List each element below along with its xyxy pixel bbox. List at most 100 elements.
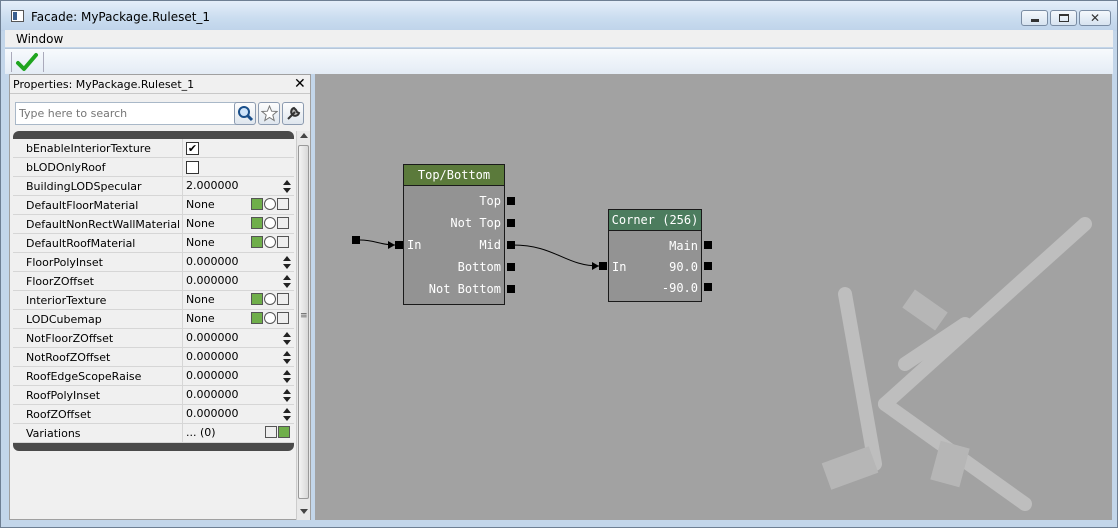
column-divider[interactable]: [182, 291, 183, 310]
property-row[interactable]: NotFloorZOffset 0.000000: [13, 329, 294, 348]
property-value[interactable]: None: [186, 293, 215, 306]
use-selected-icon[interactable]: [251, 198, 263, 210]
port-top-bottom-in[interactable]: [395, 241, 403, 249]
property-value[interactable]: ... (0): [186, 426, 216, 439]
property-row[interactable]: FloorZOffset 0.000000: [13, 272, 294, 291]
scroll-thumb[interactable]: [298, 145, 309, 499]
property-row[interactable]: bEnableInteriorTexture ✔: [13, 139, 294, 158]
property-value[interactable]: 0.000000: [186, 274, 239, 287]
property-value[interactable]: 0.000000: [186, 350, 239, 363]
property-row[interactable]: RoofEdgeScopeRaise 0.000000: [13, 367, 294, 386]
spinner-arrows-icon[interactable]: [283, 330, 292, 347]
column-divider[interactable]: [182, 196, 183, 215]
property-value[interactable]: None: [186, 217, 215, 230]
property-value[interactable]: 0.000000: [186, 369, 239, 382]
scroll-up-arrow-icon[interactable]: [300, 133, 308, 138]
node-corner[interactable]: Corner (256) In Main 90.0 -90.0: [608, 209, 702, 302]
property-row[interactable]: RoofZOffset 0.000000: [13, 405, 294, 424]
column-divider[interactable]: [182, 158, 183, 177]
property-value[interactable]: 0.000000: [186, 255, 239, 268]
column-divider[interactable]: [182, 234, 183, 253]
title-bar[interactable]: Facade: MyPackage.Ruleset_1 ✕: [1, 1, 1117, 31]
minimize-button[interactable]: [1021, 10, 1048, 26]
port-top-bottom-not-bottom[interactable]: [507, 285, 515, 293]
use-selected-icon[interactable]: [251, 293, 263, 305]
spinner-arrows-icon[interactable]: [283, 387, 292, 404]
property-value[interactable]: None: [186, 236, 215, 249]
browse-magnifier-icon[interactable]: [264, 217, 276, 229]
property-row[interactable]: InteriorTexture None: [13, 291, 294, 310]
search-box[interactable]: [15, 102, 238, 125]
property-row[interactable]: RoofPolyInset 0.000000: [13, 386, 294, 405]
empty-array-icon[interactable]: [265, 426, 277, 438]
browse-magnifier-icon[interactable]: [264, 198, 276, 210]
column-divider[interactable]: [182, 139, 183, 158]
port-top-bottom-not-top[interactable]: [507, 219, 515, 227]
port-top-bottom-bottom[interactable]: [507, 263, 515, 271]
property-row[interactable]: NotRoofZOffset 0.000000: [13, 348, 294, 367]
column-divider[interactable]: [182, 405, 183, 424]
property-row[interactable]: DefaultRoofMaterial None: [13, 234, 294, 253]
browse-magnifier-icon[interactable]: [264, 312, 276, 324]
port-corner-in[interactable]: [599, 262, 607, 270]
property-row[interactable]: LODCubemap None: [13, 310, 294, 329]
property-checkbox[interactable]: ✔: [186, 142, 199, 155]
apply-button[interactable]: [15, 52, 39, 73]
graph-start-output-port[interactable]: [352, 236, 360, 244]
settings-button[interactable]: [282, 102, 304, 125]
spinner-arrows-icon[interactable]: [283, 406, 292, 423]
use-selected-icon[interactable]: [251, 217, 263, 229]
property-row[interactable]: FloorPolyInset 0.000000: [13, 253, 294, 272]
browse-magnifier-icon[interactable]: [264, 293, 276, 305]
spinner-arrows-icon[interactable]: [283, 349, 292, 366]
properties-scrollbar[interactable]: ≡: [296, 131, 310, 520]
graph-canvas[interactable]: Top/Bottom In Top Not Top Mid Bottom Not…: [315, 74, 1112, 520]
node-top-bottom[interactable]: Top/Bottom In Top Not Top Mid Bottom Not…: [403, 164, 505, 305]
property-value[interactable]: 0.000000: [186, 331, 239, 344]
column-divider[interactable]: [182, 386, 183, 405]
spinner-arrows-icon[interactable]: [283, 273, 292, 290]
menu-item-window[interactable]: Window: [16, 32, 63, 46]
column-divider[interactable]: [182, 329, 183, 348]
property-value[interactable]: None: [186, 198, 215, 211]
property-checkbox[interactable]: [186, 161, 199, 174]
spinner-arrows-icon[interactable]: [283, 368, 292, 385]
spinner-arrows-icon[interactable]: [283, 178, 292, 195]
column-divider[interactable]: [182, 272, 183, 291]
column-divider[interactable]: [182, 310, 183, 329]
column-divider[interactable]: [182, 367, 183, 386]
clear-icon[interactable]: [277, 312, 289, 324]
port-corner-neg90[interactable]: [704, 283, 712, 291]
property-value[interactable]: 2.000000: [186, 179, 239, 192]
port-top-bottom-mid[interactable]: [507, 241, 515, 249]
search-button[interactable]: [234, 102, 256, 125]
favorites-button[interactable]: [258, 102, 280, 125]
property-row[interactable]: BuildingLODSpecular 2.000000: [13, 177, 294, 196]
column-divider[interactable]: [182, 215, 183, 234]
maximize-button[interactable]: [1050, 10, 1077, 26]
column-divider[interactable]: [182, 424, 183, 443]
clear-icon[interactable]: [277, 236, 289, 248]
search-input[interactable]: [19, 104, 234, 123]
column-divider[interactable]: [182, 348, 183, 367]
use-selected-icon[interactable]: [251, 236, 263, 248]
use-selected-icon[interactable]: [251, 312, 263, 324]
scroll-down-arrow-icon[interactable]: [300, 509, 308, 514]
property-row[interactable]: DefaultNonRectWallMaterial None: [13, 215, 294, 234]
property-row[interactable]: Variations ... (0): [13, 424, 294, 443]
spinner-arrows-icon[interactable]: [283, 254, 292, 271]
port-corner-main[interactable]: [704, 241, 712, 249]
properties-close-button[interactable]: ✕: [294, 76, 306, 92]
column-divider[interactable]: [182, 177, 183, 196]
property-value[interactable]: None: [186, 312, 215, 325]
browse-magnifier-icon[interactable]: [264, 236, 276, 248]
port-corner-90[interactable]: [704, 262, 712, 270]
port-top-bottom-top[interactable]: [507, 197, 515, 205]
property-row[interactable]: bLODOnlyRoof: [13, 158, 294, 177]
property-row[interactable]: DefaultFloorMaterial None: [13, 196, 294, 215]
clear-icon[interactable]: [277, 217, 289, 229]
property-value[interactable]: 0.000000: [186, 388, 239, 401]
clear-icon[interactable]: [277, 198, 289, 210]
property-value[interactable]: 0.000000: [186, 407, 239, 420]
close-button[interactable]: ✕: [1079, 10, 1111, 26]
